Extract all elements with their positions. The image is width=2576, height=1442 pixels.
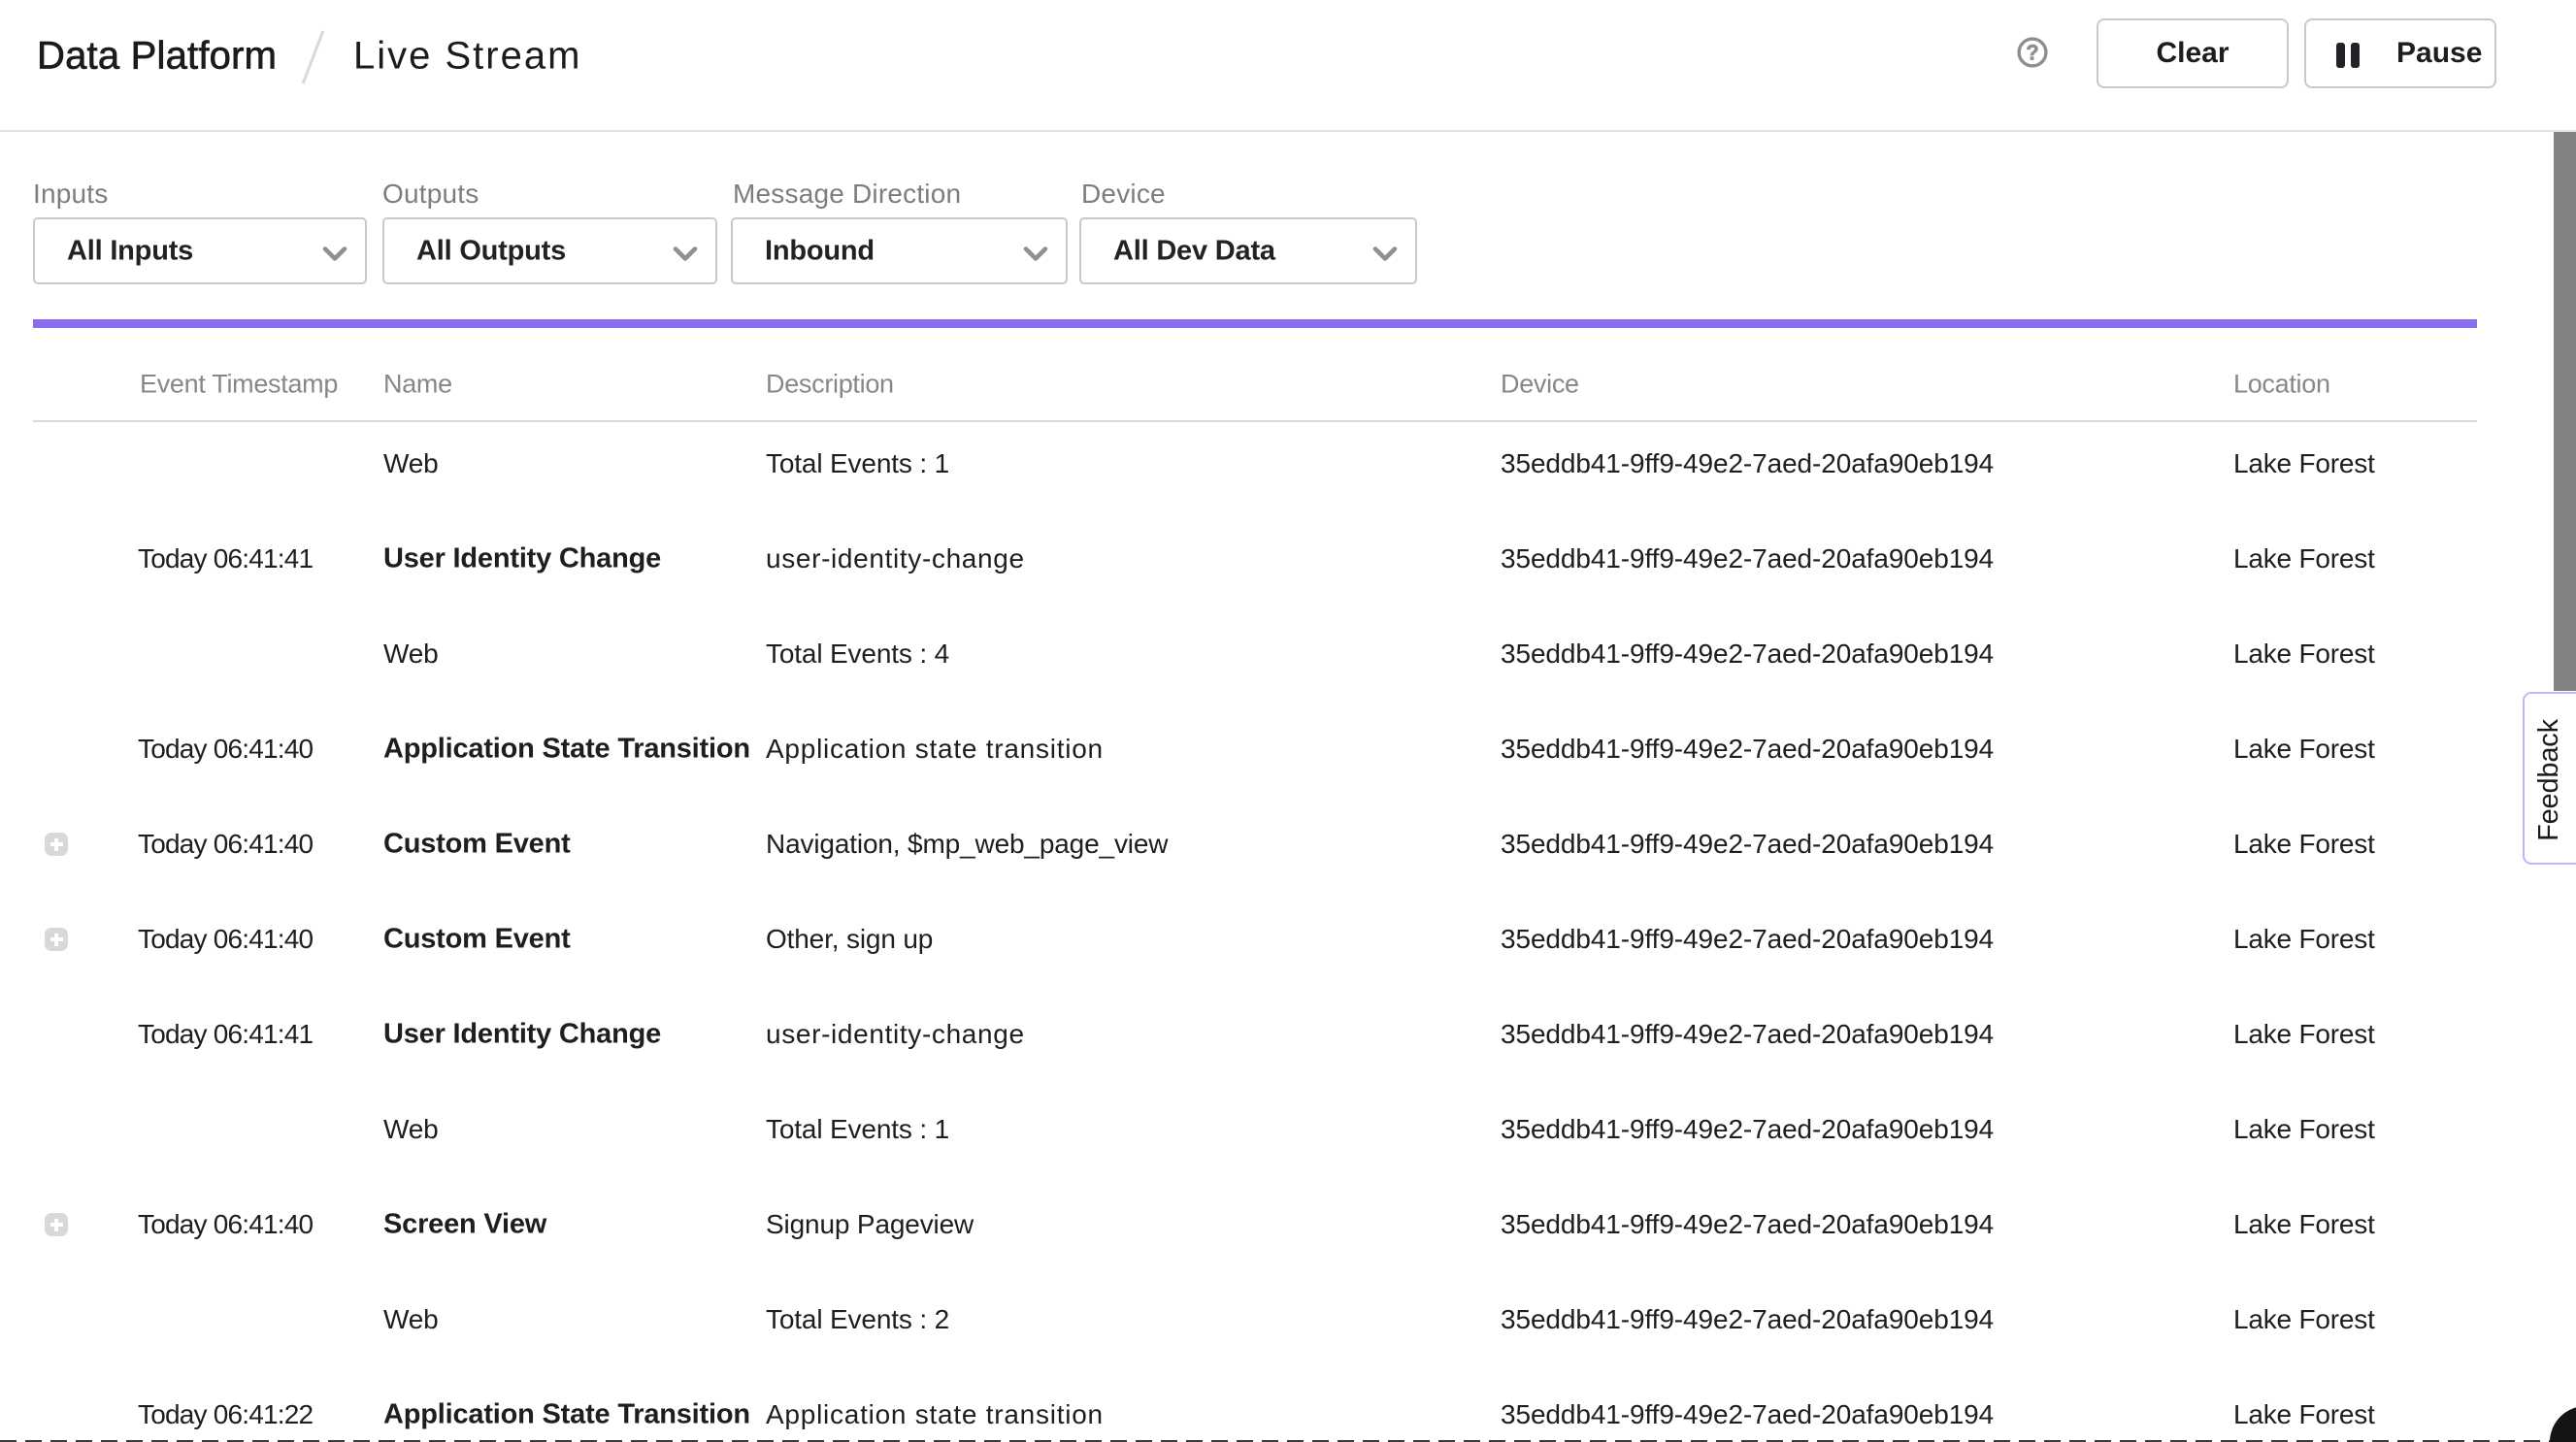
svg-text:?: ? (2026, 41, 2038, 65)
